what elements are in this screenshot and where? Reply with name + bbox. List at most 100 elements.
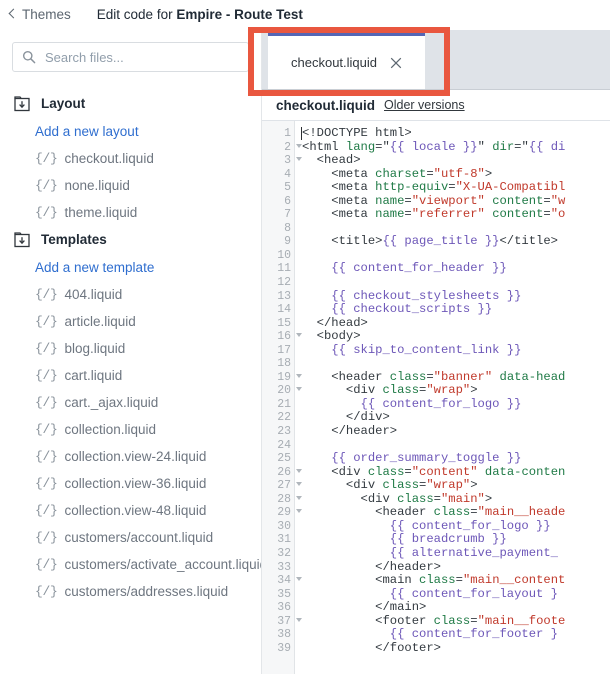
file-list-item[interactable]: {/} blog.liquid (0, 335, 261, 362)
text-caret (301, 127, 302, 140)
file-group-label: Templates (41, 232, 107, 248)
liquid-file-icon: {/} (35, 205, 58, 220)
code-line: {{ content_for_footer } (302, 627, 610, 642)
file-list-item[interactable]: {/} cart.liquid (0, 362, 261, 389)
code-line: {{ order_summary_toggle }} (302, 451, 610, 466)
code-token-tag: = (470, 505, 478, 520)
code-token-tag: </main> (302, 600, 427, 615)
add-new-layout-link[interactable]: Add a new layout (0, 118, 261, 145)
file-list-item[interactable]: {/} collection.liquid (0, 416, 261, 443)
back-to-themes-link[interactable]: Themes (8, 7, 71, 22)
line-number: 33 (277, 560, 291, 574)
code-token-tag: </header> (302, 424, 398, 439)
code-token-tag: <meta (302, 193, 376, 208)
code-line: </header> (302, 424, 610, 439)
code-token-attr: data-conten (484, 464, 566, 479)
code-line: <meta name="referrer" content="o (302, 208, 610, 222)
file-list-item[interactable]: {/} cart._ajax.liquid (0, 389, 261, 416)
code-content[interactable]: <!DOCTYPE html> <html lang="{{ locale }}"… (295, 121, 610, 674)
code-token-tag: <footer (302, 613, 434, 628)
code-token-str: "o (550, 207, 566, 222)
code-token-liq: {{ skip_to_content_link }} (331, 342, 522, 357)
liquid-file-icon: {/} (35, 287, 58, 302)
file-name-label: cart._ajax.liquid (64, 395, 159, 410)
code-token-tag: > (484, 491, 493, 506)
file-name-label: customers/addresses.liquid (64, 584, 229, 599)
file-name-label: none.liquid (64, 178, 130, 193)
code-token-attr: content (492, 193, 544, 208)
line-number: 2 (262, 141, 302, 155)
back-to-themes-label: Themes (22, 7, 71, 22)
code-token-str: "wrap" (426, 478, 471, 493)
search-box[interactable] (12, 42, 249, 72)
line-number: 11 (277, 262, 291, 276)
file-list-item[interactable]: {/} collection.view-24.liquid (0, 443, 261, 470)
code-token-tag: = (426, 166, 434, 181)
file-list-item[interactable]: {/} customers/addresses.liquid (0, 578, 261, 605)
code-token-attr: class (389, 369, 427, 384)
code-line: <div class="content" data-conten (302, 464, 610, 480)
line-number: 8 (284, 221, 291, 235)
page-title-theme: Empire - Route Test (176, 7, 303, 22)
line-number: 12 (277, 276, 291, 290)
line-number: 21 (277, 397, 291, 411)
code-token-tag: <!DOCTYPE html> (302, 126, 412, 140)
code-token-liq: {{ content_for_footer } (389, 627, 558, 642)
file-name-label: article.liquid (64, 314, 136, 329)
code-token-attr: http-equiv (375, 180, 449, 195)
file-list-item[interactable]: {/} customers/account.liquid (0, 524, 261, 551)
code-token-liq: {{ alternative_payment_ (389, 545, 558, 560)
code-token-tag (302, 289, 331, 303)
code-token-liq: {{ breadcrumb }} (389, 532, 507, 547)
code-editor-page: Themes Edit code for Empire - Route Test… (0, 0, 610, 674)
code-line: <meta charset="utf-8"> (302, 166, 610, 182)
file-name-label: collection.view-48.liquid (64, 503, 207, 518)
code-token-liq: {{ locale }} (389, 139, 478, 154)
code-token-tag: =" (514, 139, 529, 154)
line-number: 9 (284, 235, 291, 249)
code-line: {{ skip_to_content_link }} (302, 342, 610, 358)
file-name-label: customers/activate_account.liquid (64, 557, 262, 572)
liquid-file-icon: {/} (35, 449, 58, 464)
code-line: </main> (302, 600, 610, 615)
file-list-item[interactable]: {/} checkout.liquid (0, 145, 261, 172)
tab-checkout-liquid[interactable]: checkout.liquid (268, 33, 425, 89)
code-token-attr: charset (375, 166, 427, 181)
code-token-tag: > (470, 478, 478, 493)
code-token-tag: > (484, 166, 493, 181)
file-list-item[interactable]: {/} theme.liquid (0, 199, 261, 226)
folder-down-icon (14, 232, 30, 248)
code-line: {{ content_for_logo }} (302, 519, 610, 534)
code-token-tag: =" (375, 139, 390, 154)
code-line: <head> (302, 153, 610, 168)
code-token-tag: = (404, 207, 412, 222)
close-icon[interactable] (390, 57, 402, 69)
liquid-file-icon: {/} (35, 422, 58, 437)
code-token-attr: class (382, 383, 420, 398)
file-group-header-layout[interactable]: Layout (0, 90, 261, 118)
file-list-item[interactable]: {/} none.liquid (0, 172, 261, 199)
line-number-gutter[interactable]: 1 2 3 4 5 6 7 8 9 10 11 12 13 14 15 16 17 18 19 20 21 22 23 24 2… (262, 121, 302, 674)
code-token-tag (302, 451, 331, 465)
file-name-label: cart.liquid (64, 368, 123, 383)
line-number: 13 (277, 289, 291, 303)
line-number: 26 (262, 466, 302, 480)
file-list-item[interactable]: {/} customers/activate_account.liquid (0, 551, 261, 578)
file-list-item[interactable]: {/} collection.view-36.liquid (0, 470, 261, 497)
file-list-item[interactable]: {/} collection.view-48.liquid (0, 497, 261, 524)
liquid-file-icon: {/} (35, 530, 58, 545)
code-editor[interactable]: 1 2 3 4 5 6 7 8 9 10 11 12 13 14 15 16 17 18 19 20 21 22 23 24 2… (262, 120, 610, 674)
add-new-templates-link[interactable]: Add a new template (0, 254, 261, 281)
code-token-attr: content (492, 207, 544, 222)
code-token-liq: {{ content_for_logo }} (360, 396, 522, 411)
code-token-str: "main__content (462, 573, 566, 588)
line-number: 36 (277, 601, 291, 615)
code-token-str: "banner" (433, 369, 493, 384)
file-group-header-templates[interactable]: Templates (0, 226, 261, 254)
older-versions-link[interactable]: Older versions (384, 98, 465, 112)
search-input[interactable] (45, 49, 239, 65)
line-number: 22 (277, 411, 291, 425)
file-list-item[interactable]: {/} article.liquid (0, 308, 261, 335)
file-list-item[interactable]: {/} 404.liquid (0, 281, 261, 308)
